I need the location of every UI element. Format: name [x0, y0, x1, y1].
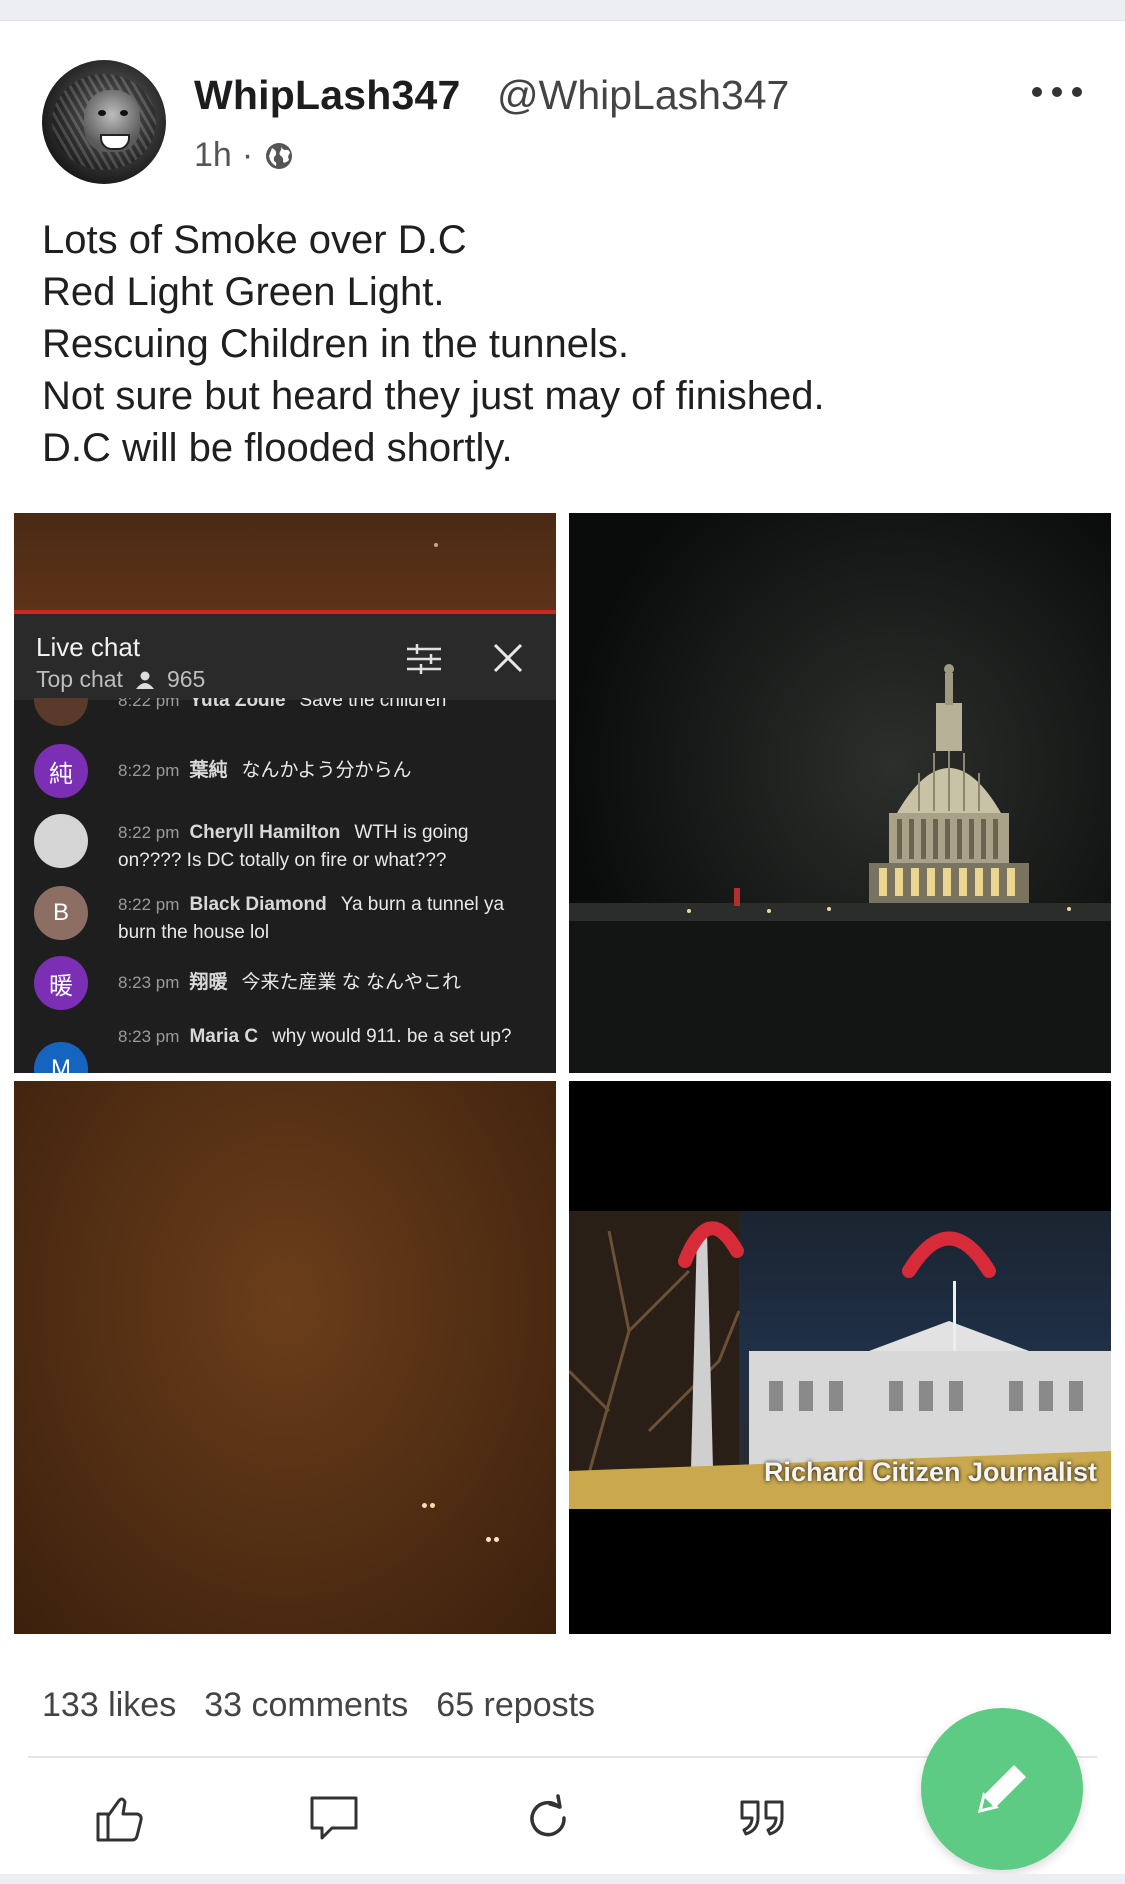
chat-time: 8:22 pm — [118, 698, 180, 710]
top-strip — [0, 0, 1125, 21]
chat-message: M 8:23 pm Maria C why would 911. be a set … — [34, 1020, 544, 1073]
chat-line: 8:22 pm Black Diamond Ya burn a tunnel ya — [118, 892, 544, 918]
close-icon[interactable] — [492, 642, 524, 674]
chat-time: 8:22 pm — [118, 761, 180, 780]
chat-message: 8:22 pm Cheryll Hamilton WTH is going on??… — [34, 814, 544, 878]
quote-icon[interactable] — [734, 1790, 790, 1846]
live-chat-title: Live chat — [36, 632, 141, 662]
chat-line: 8:23 pm Maria C why would 911. be a set up… — [118, 1024, 544, 1050]
globe-icon — [266, 142, 293, 169]
chat-avatar: 暖 — [34, 956, 88, 1010]
chat-text: 今来た産業 な なんやこれ — [241, 972, 462, 993]
chat-avatar: M — [34, 1042, 88, 1073]
light-dot — [494, 1537, 499, 1542]
chat-author: Maria C — [189, 1026, 259, 1047]
chat-text: なんかよう分からん — [241, 760, 412, 781]
image-white-house[interactable]: Richard Citizen Journalist — [569, 1081, 1111, 1634]
likes-count[interactable]: 133 likes — [42, 1686, 176, 1725]
post-text-line: Not sure but heard they just may of fini… — [42, 374, 825, 418]
dot — [1032, 87, 1042, 97]
post-header: WhipLash347 @WhipLash347 1h · — [42, 60, 1082, 190]
post-stats: 133 likes 33 comments 65 reposts — [42, 1686, 595, 1725]
viewer-count: 965 — [166, 666, 206, 692]
chat-message: 純 8:22 pm 葉純 なんかよう分からん — [34, 744, 544, 802]
chat-line: 8:23 pm 翔暖 今来た産業 な なんやこれ — [118, 970, 544, 996]
meta-separator: · — [241, 136, 254, 174]
comments-count[interactable]: 33 comments — [204, 1686, 408, 1725]
chat-line: 8:22 pm Cheryll Hamilton WTH is going — [118, 820, 544, 846]
chat-text-continued: burn the house lol — [118, 922, 270, 943]
chat-author: Cheryll Hamilton — [189, 822, 341, 843]
post-body: Lots of Smoke over D.C Red Light Green L… — [42, 214, 1082, 474]
dot — [1052, 87, 1062, 97]
top-chat-label: Top chat — [36, 666, 123, 692]
repost-icon[interactable] — [520, 1790, 576, 1846]
chat-time: 8:22 pm — [118, 823, 180, 842]
image-smoke-sky[interactable] — [14, 1081, 556, 1634]
post-text-line: Red Light Green Light. — [42, 270, 445, 314]
light-dot — [430, 1503, 435, 1508]
image-grid: Live chat Top chat 965 8:22 pm Yuta Zodi… — [14, 513, 1111, 1635]
post-text-line: D.C will be flooded shortly. — [42, 426, 513, 470]
thumbs-up-icon[interactable] — [92, 1790, 148, 1846]
person-icon — [135, 671, 154, 689]
author-avatar[interactable] — [42, 60, 166, 184]
chat-text-continued: on???? Is DC totally on fire or what??? — [118, 850, 447, 871]
chat-avatar — [34, 698, 88, 726]
chat-avatar — [34, 814, 88, 868]
light-dot — [434, 543, 438, 547]
post-time: 1h — [194, 136, 232, 174]
capitol-building-illustration — [569, 513, 1111, 1073]
chat-author: Black Diamond — [189, 894, 327, 915]
chat-author: 翔暖 — [189, 972, 228, 993]
chat-author: 葉純 — [189, 760, 228, 781]
avatar-eye — [98, 110, 106, 116]
tune-icon[interactable] — [407, 644, 441, 674]
chat-message: 暖 8:23 pm 翔暖 今来た産業 な なんやこれ — [34, 956, 544, 1014]
light-dot — [422, 1503, 427, 1508]
chat-text: WTH is going — [354, 822, 469, 843]
chat-message: 8:22 pm Yuta Zodie Save the children — [34, 698, 544, 728]
author-handle[interactable]: @WhipLash347 — [497, 72, 789, 119]
chat-author: Yuta Zodie — [189, 698, 286, 711]
live-chat-header: Live chat Top chat 965 — [14, 614, 556, 700]
more-options-button[interactable] — [1032, 80, 1082, 104]
chat-line: 8:22 pm Yuta Zodie Save the children — [118, 698, 544, 714]
post-meta: 1h · — [194, 136, 295, 175]
reposts-count[interactable]: 65 reposts — [436, 1686, 595, 1725]
chat-time: 8:23 pm — [118, 1027, 180, 1046]
image-caption: Richard Citizen Journalist — [763, 1457, 1097, 1487]
compose-button[interactable] — [921, 1708, 1083, 1870]
chat-time: 8:23 pm — [118, 973, 180, 992]
comment-icon[interactable] — [306, 1790, 362, 1846]
chat-avatar: 純 — [34, 744, 88, 798]
image-capitol[interactable] — [569, 513, 1111, 1073]
chat-text: Ya burn a tunnel ya — [340, 894, 505, 915]
dot — [1072, 87, 1082, 97]
chat-line: 8:22 pm 葉純 なんかよう分からん — [118, 758, 544, 784]
live-chat-subtitle: Top chat 965 — [36, 666, 205, 693]
pencil-icon — [977, 1765, 1026, 1814]
light-dot — [486, 1537, 491, 1542]
live-chat-panel: Live chat Top chat 965 8:22 pm Yuta Zodi… — [14, 614, 556, 1073]
chat-avatar: B — [34, 886, 88, 940]
image-live-chat[interactable]: Live chat Top chat 965 8:22 pm Yuta Zodi… — [14, 513, 556, 1073]
author-name[interactable]: WhipLash347 — [194, 72, 460, 119]
chat-message: B 8:22 pm Black Diamond Ya burn a tunnel y… — [34, 886, 544, 950]
post-text-line: Lots of Smoke over D.C — [42, 218, 467, 262]
bottom-strip — [0, 1874, 1125, 1884]
chat-text: why would 911. be a set up? — [272, 1026, 512, 1047]
chat-time: 8:22 pm — [118, 895, 180, 914]
post-text-line: Rescuing Children in the tunnels. — [42, 322, 630, 366]
avatar-eye — [120, 110, 128, 116]
chat-text: Save the children — [299, 698, 447, 711]
